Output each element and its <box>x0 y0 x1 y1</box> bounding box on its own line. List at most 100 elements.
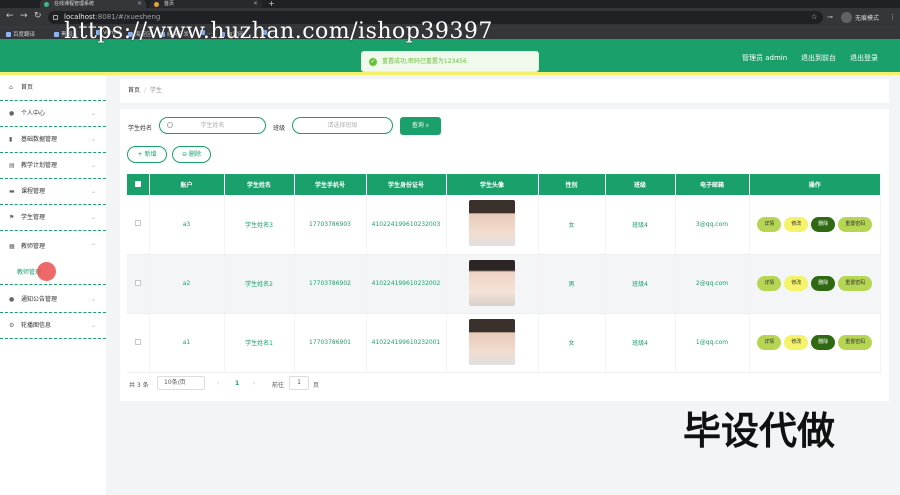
back-to-front-link[interactable]: 退出到前台 <box>801 53 836 63</box>
sidebar-item-course[interactable]: ▬ 课程管理 ⌄ <box>0 179 106 205</box>
student-name-input[interactable]: 学生姓名 <box>159 117 266 134</box>
detail-button[interactable]: 详情 <box>757 276 782 291</box>
column-header: 班级 <box>605 174 676 195</box>
close-tab-icon[interactable]: × <box>137 0 142 8</box>
sidebar-item-teaching-plan[interactable]: ▤ 教学计划管理 ⌄ <box>0 153 106 179</box>
sidebar-item-teacher[interactable]: ▦ 教师管理 ⌃ <box>0 234 106 260</box>
breadcrumb-current: 学生 <box>150 87 163 94</box>
chevron-up-icon: ⌃ <box>90 243 96 250</box>
edit-button[interactable]: 修改 <box>784 216 809 232</box>
row-checkbox[interactable] <box>134 279 141 286</box>
book-icon: ▤ <box>9 162 15 169</box>
sidebar: ⌂ 首页 ● 个人中心 ⌄ ▮ 基础数据管理 ⌄ ▤ 教学计划管理 ⌄ ▬ 课程… <box>0 75 106 495</box>
page-size-select[interactable]: 10条/页 <box>157 376 205 390</box>
browser-tab[interactable]: 首页 × <box>150 0 262 8</box>
sidebar-item-label: 轮播图信息 <box>21 322 52 329</box>
sidebar-item-label: 学生管理 <box>21 214 46 221</box>
sidebar-item-student[interactable]: ⚑ 学生管理 ⌄ <box>0 205 106 231</box>
bookmark[interactable]: 百度翻译 <box>6 30 35 38</box>
watermark-text: 毕设代做 <box>683 409 836 453</box>
breadcrumb-separator: / <box>144 87 147 94</box>
column-header: 电子邮箱 <box>675 174 750 195</box>
sidebar-item-label: 首页 <box>21 84 34 91</box>
flag-icon: ⚑ <box>9 214 15 221</box>
goto-input[interactable]: 1 <box>289 376 309 390</box>
edit-button[interactable]: 修改 <box>784 276 809 291</box>
reset-password-button[interactable]: 重置密码 <box>838 276 873 291</box>
avatar[interactable] <box>469 318 515 365</box>
forward-arrow-icon[interactable]: → <box>20 11 28 21</box>
breadcrumb-home[interactable]: 首页 <box>128 87 140 94</box>
sidebar-item-profile[interactable]: ● 个人中心 ⌄ <box>0 101 106 127</box>
goto-value: 1 <box>297 379 301 386</box>
class-label: 班级 <box>273 125 286 132</box>
column-header: 账户 <box>149 174 225 195</box>
sidebar-item-notice[interactable]: ● 通知公告管理 ⌄ <box>0 287 106 313</box>
row-select-cell[interactable] <box>127 254 150 314</box>
phone-cell: 17703786902 <box>294 254 367 314</box>
avatar[interactable] <box>469 200 515 247</box>
gender-cell: 女 <box>538 195 606 255</box>
email-cell: 1@qq.com <box>675 313 750 373</box>
sidebar-item-basic-data[interactable]: ▮ 基础数据管理 ⌄ <box>0 127 106 153</box>
back-arrow-icon[interactable]: ← <box>6 11 14 21</box>
delete-button[interactable]: 删除 <box>811 335 836 350</box>
detail-label: 详情 <box>764 220 775 227</box>
delete-button[interactable]: 删除 <box>811 276 836 291</box>
gender-cell: 女 <box>538 313 606 373</box>
class-select[interactable]: 请选择班级 <box>292 117 393 134</box>
user-icon: ● <box>9 110 15 117</box>
prev-page-icon[interactable]: ‹ <box>217 380 219 387</box>
delete-label: 删除 <box>818 280 829 286</box>
delete-button[interactable]: 删除 <box>811 216 836 232</box>
query-button[interactable]: 查询 ⌕ <box>400 117 441 135</box>
page-number[interactable]: 1 <box>235 380 239 387</box>
logout-link[interactable]: 退出登录 <box>850 53 878 63</box>
close-tab-icon[interactable]: × <box>253 0 258 8</box>
sidebar-item-label: 通知公告管理 <box>21 296 58 303</box>
star-icon[interactable]: ☆ <box>811 13 817 21</box>
browser-tab-title: 在线课程管理系统 <box>54 1 95 7</box>
add-button[interactable]: + 新增 <box>127 146 167 163</box>
table-row: a3 学生姓名3 17703786903 410224199610232003 … <box>127 195 881 255</box>
watermark-url-overlay: https://www.huzhan.com/ishop39397 <box>64 19 493 44</box>
reset-label: 重置密码 <box>845 339 866 345</box>
detail-label: 详情 <box>764 339 775 345</box>
phone-cell: 17703786901 <box>294 313 367 373</box>
operations-cell: 详情 修改 删除 重置密码 <box>749 254 881 314</box>
class-cell: 班级4 <box>605 195 676 255</box>
new-tab-icon[interactable]: + <box>268 0 275 8</box>
row-select-cell[interactable] <box>127 313 150 373</box>
reset-label: 重置密码 <box>845 220 866 227</box>
detail-button[interactable]: 详情 <box>757 216 782 232</box>
key-icon[interactable]: ⊸ <box>827 13 833 21</box>
account-cell: a1 <box>149 313 225 373</box>
avatar[interactable] <box>469 259 515 306</box>
edit-button[interactable]: 修改 <box>784 335 809 350</box>
reset-password-button[interactable]: 重置密码 <box>838 335 873 350</box>
detail-button[interactable]: 详情 <box>757 335 782 350</box>
row-checkbox[interactable] <box>134 220 141 227</box>
next-page-icon[interactable]: › <box>253 380 255 387</box>
sidebar-item-label: 教学计划管理 <box>21 162 58 169</box>
row-select-cell[interactable] <box>127 195 150 255</box>
search-icon <box>167 122 173 128</box>
student-name-placeholder: 学生姓名 <box>200 122 225 129</box>
select-all-header[interactable] <box>127 174 150 195</box>
sidebar-item-home[interactable]: ⌂ 首页 <box>0 75 106 101</box>
browser-tab-active[interactable]: 在线课程管理系统 × <box>40 0 146 8</box>
menu-dots-icon[interactable]: ⋮ <box>889 13 896 21</box>
row-checkbox[interactable] <box>134 338 141 345</box>
vue-favicon-icon <box>44 1 49 7</box>
column-header: 学生身份证号 <box>366 174 447 195</box>
batch-delete-button[interactable]: ⊖ 删除 <box>172 146 211 163</box>
id-card-cell: 410224199610232003 <box>366 195 447 255</box>
total-count: 共 3 条 <box>129 382 149 389</box>
home-icon: ⌂ <box>9 84 13 91</box>
chevron-down-icon: ⌄ <box>90 162 96 169</box>
incognito-avatar-icon[interactable] <box>841 12 852 23</box>
sidebar-item-carousel[interactable]: ⚙ 轮播图信息 ⌄ <box>0 313 106 339</box>
reset-password-button[interactable]: 重置密码 <box>838 216 873 232</box>
reload-icon[interactable]: ↻ <box>34 11 42 21</box>
select-all-checkbox[interactable] <box>134 180 141 187</box>
